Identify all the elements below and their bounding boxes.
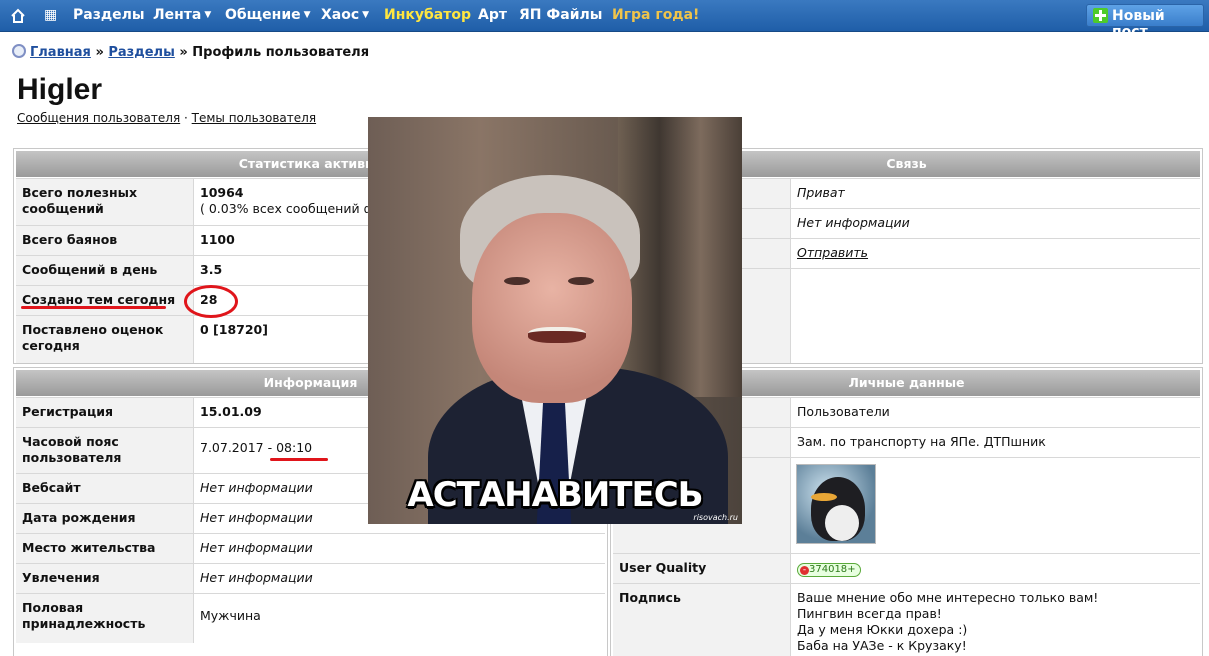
chevron-down-icon: ▼ [362,10,370,20]
nav-item-art[interactable]: Арт [478,7,507,23]
breadcrumb: Главная » Разделы » Профиль пользователя [12,44,369,60]
breadcrumb-home[interactable]: Главная [30,45,91,60]
table-row: Место жительства Нет информации [16,533,605,563]
red-underline [270,458,328,461]
user-topics-link[interactable]: Темы пользователя [192,111,316,125]
nav-item-files[interactable]: ЯП Файлы [519,7,602,23]
home-icon[interactable] [10,8,26,24]
nav-item-incubator[interactable]: Инкубатор [384,7,471,23]
nav-item-sections[interactable]: ▦ [44,7,57,23]
table-row: Половая принадлежность Мужчина [16,593,605,643]
new-post-button[interactable]: Новый пост [1086,4,1204,40]
page-title: Higler [17,73,103,106]
table-row: User Quality -374018+ [613,553,1200,583]
red-underline [21,306,166,309]
red-circle-annotation [184,285,238,318]
minus-icon: - [800,566,809,575]
meme-caption: АСТАНАВИТЕСЬ [407,475,703,515]
nav-item-razdely[interactable]: Разделы [73,7,145,23]
signature: Ваше мнение обо мне интересно только вам… [797,590,1099,653]
chevron-down-icon: ▼ [204,10,212,20]
globe-icon [12,44,26,58]
user-links: Сообщения пользователя · Темы пользовате… [17,111,317,125]
nav-item-haos[interactable]: Хаос ▼ [321,7,369,23]
nav-item-lenta[interactable]: Лента ▼ [153,7,211,23]
meme-watermark: risovach.ru [693,513,738,522]
table-row: Увлечения Нет информации [16,563,605,593]
plus-icon [1093,8,1108,23]
user-quality-badge[interactable]: -374018+ [797,563,861,577]
nav-item-obshchenie[interactable]: Общение ▼ [225,7,311,23]
table-row: Подпись Ваше мнение обо мне интересно то… [613,583,1200,656]
breadcrumb-sections[interactable]: Разделы [108,45,174,60]
avatar [796,464,876,544]
breadcrumb-current: Профиль пользователя [192,45,370,60]
top-nav: ▦ Разделы Лента ▼ Общение ▼ Хаос ▼ Инкубато… [0,0,1209,40]
meme-image: АСТАНАВИТЕСЬ risovach.ru [368,117,742,524]
send-link[interactable]: Отправить [797,245,868,260]
user-posts-link[interactable]: Сообщения пользователя [17,111,180,125]
grid-icon: ▦ [44,7,58,23]
nav-item-game-of-year[interactable]: Игра года! [612,7,699,23]
chevron-down-icon: ▼ [303,10,311,20]
